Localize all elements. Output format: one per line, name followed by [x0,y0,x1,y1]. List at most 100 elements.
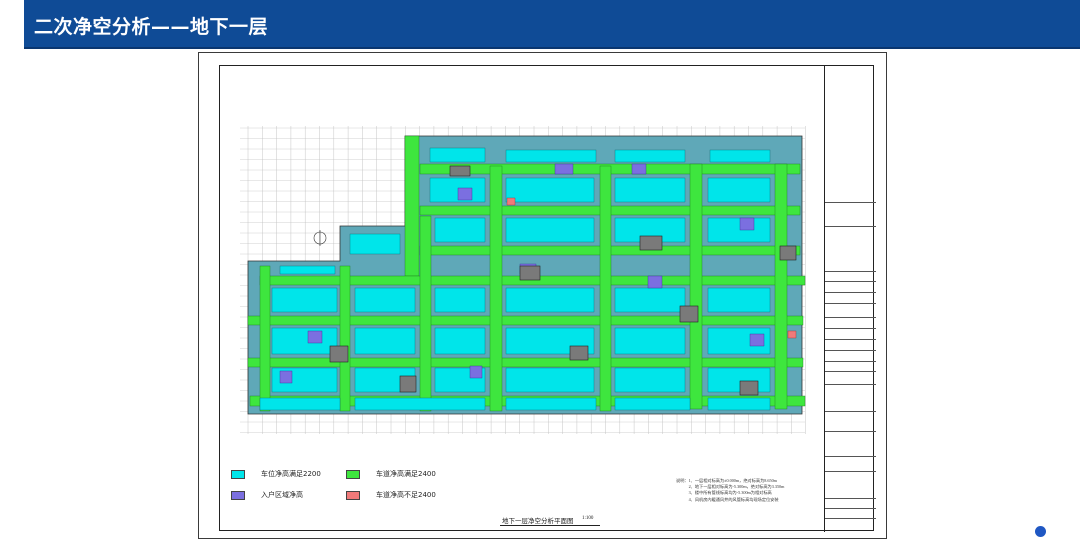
title-block-divider [825,292,876,293]
legend-item-lane: 车道净高满足2400 [346,469,436,479]
lane-bad-zone [506,197,516,206]
legend-swatch-parking [231,469,245,479]
plan-title: 地下一层净空分析平面图 [502,518,574,525]
title-block-divider [825,226,876,227]
entry-zone [739,217,755,231]
lane-bad-zone [787,330,797,339]
parking-zone [354,397,486,411]
title-block-divider [825,371,876,372]
title-block-divider [825,518,876,519]
parking-zone [259,397,341,411]
title-block-divider [825,202,876,203]
parking-zone [271,327,338,355]
title-block-divider [825,508,876,509]
title-block-divider [825,456,876,457]
title-block-divider [825,339,876,340]
title-block-divider [825,303,876,304]
core-block [449,165,471,177]
parking-zone [707,217,771,243]
parking-zone [349,233,401,255]
parking-zone [354,327,416,355]
lane-zone [489,165,503,412]
title-block-divider [825,271,876,272]
parking-zone [434,217,486,243]
parking-zone [707,177,771,203]
core-block [779,245,797,261]
legend-item-parking: 车位净高满足2200 [231,469,321,479]
parking-zone [279,265,336,275]
legend-swatch-lane-bad [346,490,360,500]
core-block [639,235,663,251]
title-block-divider [825,384,876,385]
parking-zone [354,287,416,313]
drawing-notes: 说明：1、一层相对标高为±0.000m，绝对标高为8.650m 2、地下一层相对… [676,478,785,502]
parking-zone [505,217,595,243]
title-block-divider [825,317,876,318]
entry-zone [749,333,765,347]
lane-zone [599,165,612,412]
entry-zone [307,330,323,344]
parking-zone [709,149,771,163]
parking-zone [505,367,595,393]
core-block [519,265,541,281]
lane-zone [689,163,703,410]
parking-zone [429,177,486,203]
core-block [739,380,759,396]
parking-zone [429,147,486,163]
page-indicator-dot [1035,526,1046,537]
title-block-divider [825,411,876,412]
legend-swatch-entry [231,490,245,500]
parking-zone [614,177,686,203]
lane-zone [404,135,420,277]
lane-zone [339,265,351,412]
plan-title-underline [500,525,600,526]
entry-zone [279,370,293,384]
title-block-divider [825,431,876,432]
parking-zone [707,397,771,411]
drawing-sheet: 地下一层净空分析平面图 1:100 车位净高满足2200 车道净高满足2400 … [198,52,887,539]
parking-zone [505,177,595,203]
parking-zone [505,149,597,163]
plan-scale: 1:100 [582,516,594,521]
parking-zone [434,287,486,313]
title-block-divider [825,498,876,499]
parking-zone [614,327,686,355]
parking-zone [614,397,691,411]
legend-label-entry: 入户区域净高 [261,491,303,499]
parking-zone [434,327,486,355]
lane-zone [774,163,788,410]
core-block [679,305,699,323]
parking-zone [271,287,338,313]
core-block [399,375,417,393]
page-title: 二次净空分析——地下一层 [34,16,269,38]
parking-zone [614,287,686,313]
entry-zone [554,163,574,175]
parking-zone [505,397,597,411]
title-block-divider [825,328,876,329]
drawing-frame: 地下一层净空分析平面图 1:100 [219,65,876,532]
parking-zone [505,287,595,313]
entry-zone [469,365,483,379]
title-block [824,66,876,532]
legend-label-parking: 车位净高满足2200 [261,470,321,478]
floor-plan: 地下一层净空分析平面图 1:100 [220,66,824,532]
legend-item-lane-bad: 车道净高不足2400 [346,490,436,500]
title-block-divider [825,471,876,472]
title-block-divider [825,350,876,351]
entry-zone [647,275,663,289]
parking-zone [707,287,771,313]
parking-zone [707,367,771,393]
entry-zone [457,187,473,201]
lane-zone [247,315,804,326]
title-block-divider [825,361,876,362]
parking-zone [614,149,686,163]
legend-label-lane: 车道净高满足2400 [376,470,436,478]
legend-swatch-lane [346,469,360,479]
lane-zone [419,215,432,412]
core-block [329,345,349,363]
floor-plan-drawing [240,126,806,434]
core-block [569,345,589,361]
title-block-divider [825,281,876,282]
legend-label-lane-bad: 车道净高不足2400 [376,491,436,499]
entry-zone [631,163,647,175]
